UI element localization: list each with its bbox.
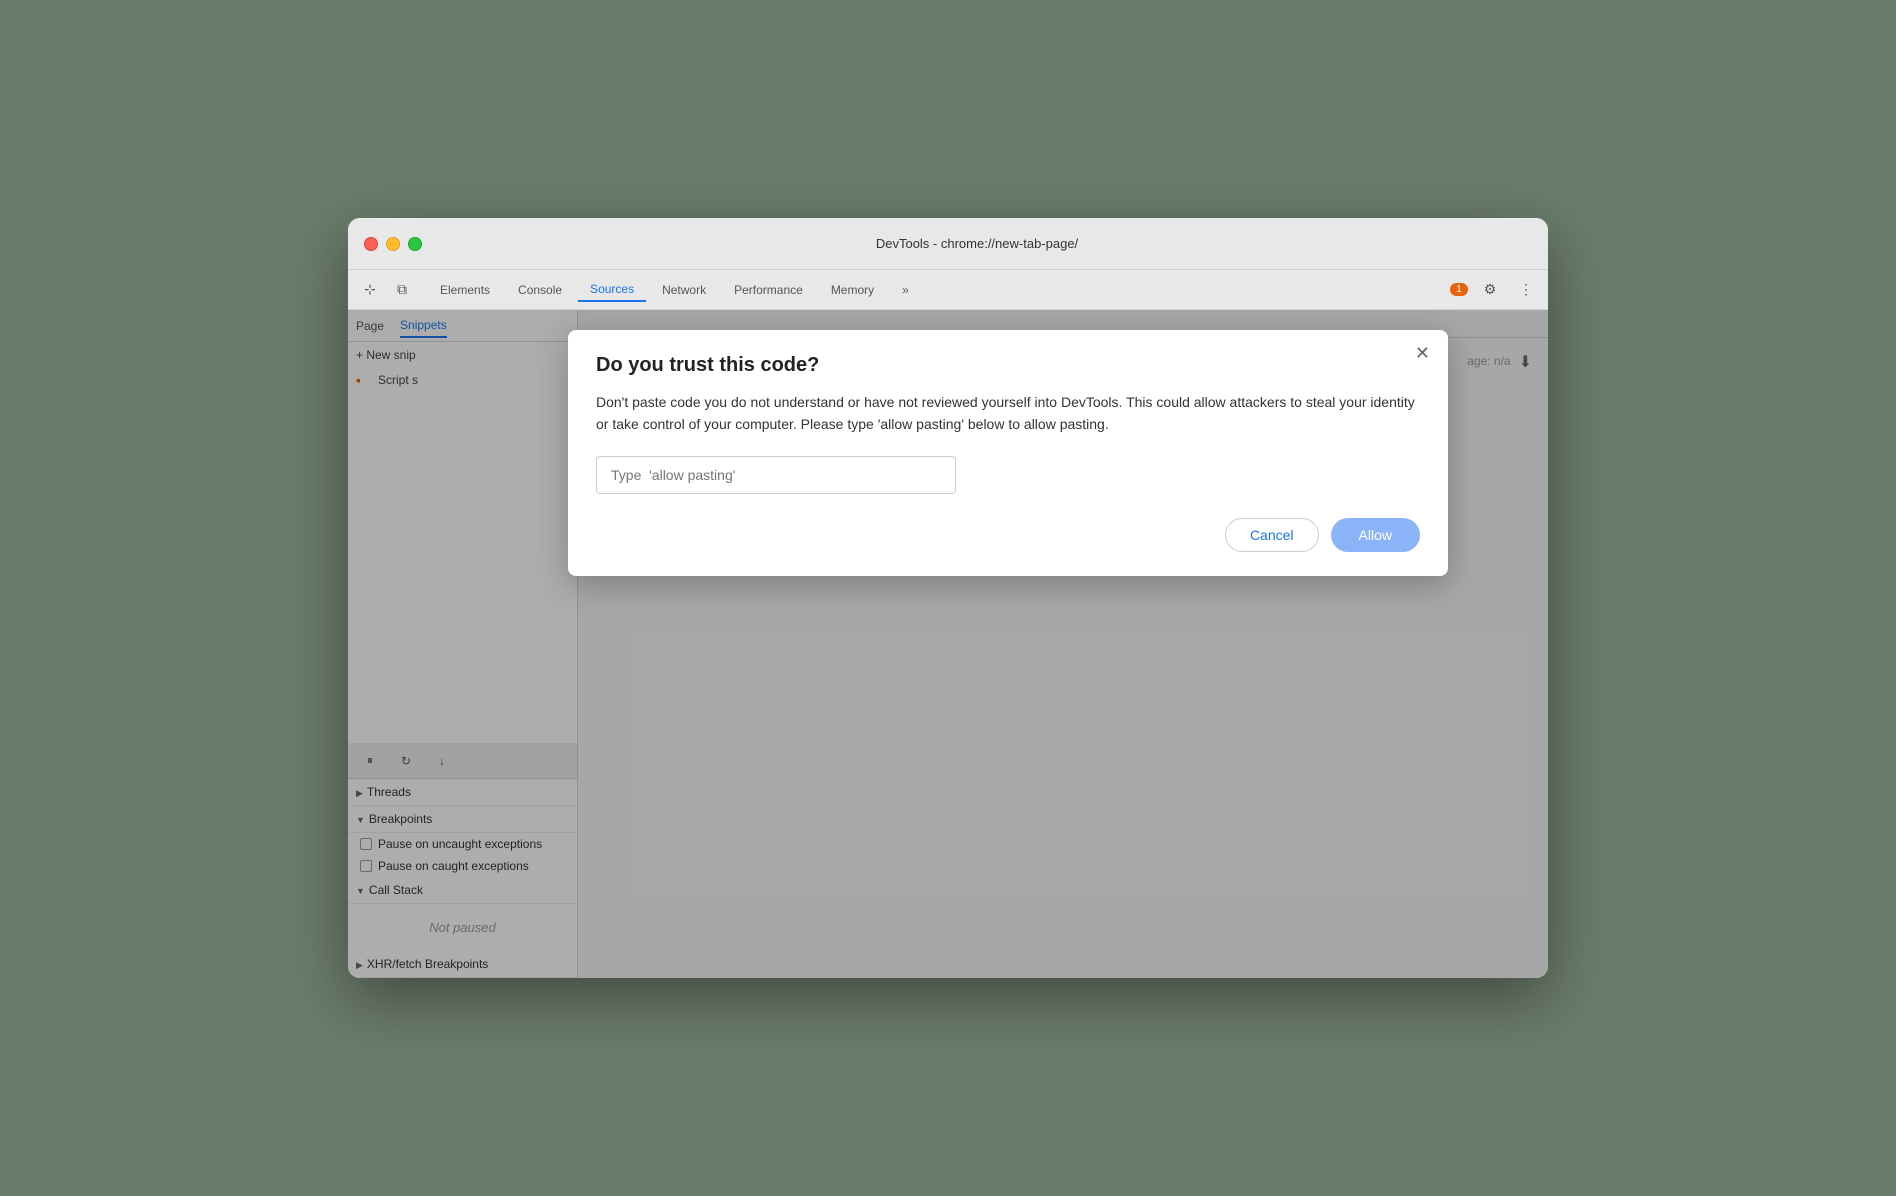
device-icon[interactable]: ⧉ [388, 276, 416, 304]
right-icons: 1 ⚙ ⋮ [1450, 276, 1540, 304]
more-icon[interactable]: ⋮ [1512, 276, 1540, 304]
tab-elements[interactable]: Elements [428, 279, 502, 301]
settings-icon[interactable]: ⚙ [1476, 276, 1504, 304]
dialog-close-button[interactable]: ✕ [1415, 344, 1430, 362]
cancel-button[interactable]: Cancel [1225, 518, 1319, 552]
dialog-body: Don't paste code you do not understand o… [596, 391, 1420, 436]
trust-dialog: ✕ Do you trust this code? Don't paste co… [568, 330, 1448, 576]
maximize-button[interactable] [408, 237, 422, 251]
devtools-window: DevTools - chrome://new-tab-page/ ⊹ ⧉ El… [348, 218, 1548, 978]
allow-button[interactable]: Allow [1331, 518, 1420, 552]
devtools-panel: ⊹ ⧉ Elements Console Sources Network Per… [348, 270, 1548, 978]
titlebar: DevTools - chrome://new-tab-page/ [348, 218, 1548, 270]
tab-more[interactable]: » [890, 279, 921, 301]
window-title: DevTools - chrome://new-tab-page/ [422, 236, 1532, 251]
devtools-body: Page Snippets + New snip ▪ Script s ⏸ ↻ … [348, 310, 1548, 978]
dialog-buttons: Cancel Allow [596, 518, 1420, 552]
minimize-button[interactable] [386, 237, 400, 251]
tab-performance[interactable]: Performance [722, 279, 815, 301]
devtools-icons: ⊹ ⧉ [356, 276, 416, 304]
modal-overlay: ✕ Do you trust this code? Don't paste co… [348, 310, 1548, 978]
traffic-lights [364, 237, 422, 251]
notification-badge: 1 [1450, 283, 1468, 296]
tab-sources[interactable]: Sources [578, 278, 646, 302]
allow-pasting-input[interactable] [596, 456, 956, 494]
inspector-icon[interactable]: ⊹ [356, 276, 384, 304]
dialog-title: Do you trust this code? [596, 354, 1420, 377]
devtools-tab-bar: ⊹ ⧉ Elements Console Sources Network Per… [348, 270, 1548, 310]
tab-console[interactable]: Console [506, 279, 574, 301]
tab-memory[interactable]: Memory [819, 279, 886, 301]
close-button[interactable] [364, 237, 378, 251]
tab-network[interactable]: Network [650, 279, 718, 301]
